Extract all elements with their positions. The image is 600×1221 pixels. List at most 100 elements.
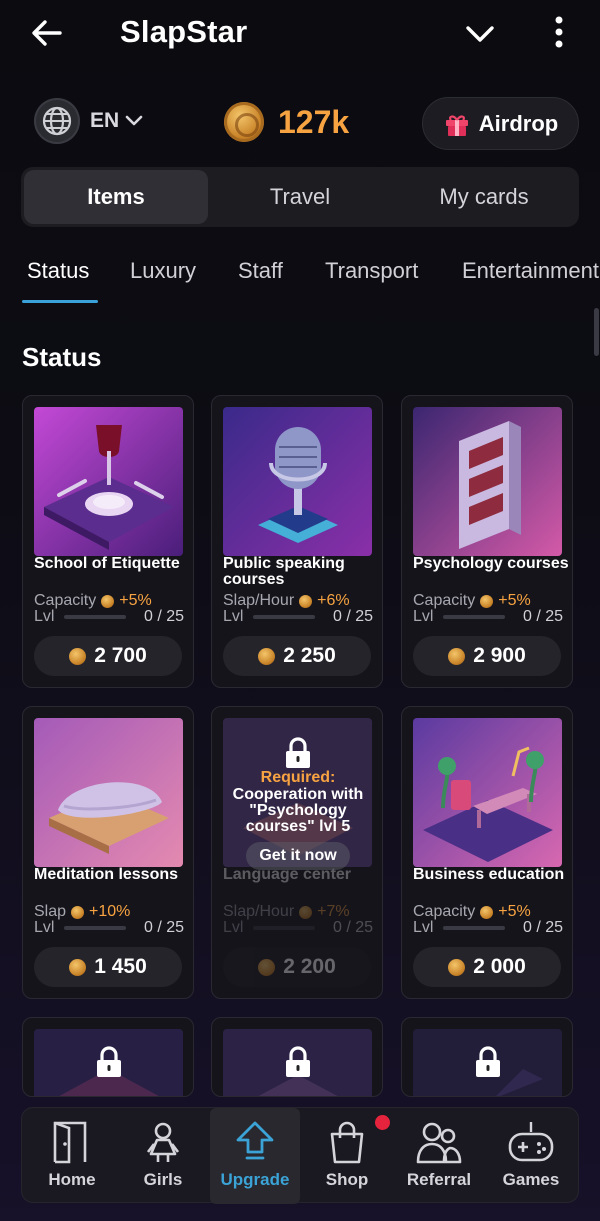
nav-girls[interactable]: Girls bbox=[118, 1108, 208, 1204]
card-level: Lvl 0 / 25 bbox=[413, 919, 563, 937]
level-progress-bar bbox=[443, 926, 506, 930]
card-title: Meditation lessons bbox=[34, 866, 179, 883]
required-label: Required: bbox=[260, 769, 336, 786]
card-image bbox=[34, 407, 183, 556]
buy-button[interactable]: 2 700 bbox=[34, 636, 182, 676]
upgrade-card[interactable]: School of Etiquette Capacity +5% Lvl 0 /… bbox=[22, 395, 194, 688]
coin-icon bbox=[71, 905, 85, 919]
level-label: Lvl bbox=[223, 608, 244, 625]
category-tab-status[interactable]: Status bbox=[27, 258, 89, 284]
upgrade-card[interactable]: Public speaking courses Slap/Hour +6% Lv… bbox=[211, 395, 383, 688]
nav-label: Games bbox=[502, 1170, 560, 1189]
door-icon bbox=[53, 1121, 87, 1164]
tab-my-cards[interactable]: My cards bbox=[392, 170, 576, 224]
coin-icon bbox=[101, 594, 115, 608]
tab-items[interactable]: Items bbox=[24, 170, 208, 224]
buy-button[interactable]: 2 900 bbox=[413, 636, 561, 676]
level-progress-bar bbox=[64, 926, 127, 930]
coin-icon bbox=[224, 102, 264, 142]
active-tab-indicator bbox=[22, 300, 98, 303]
scrollbar[interactable] bbox=[594, 308, 599, 356]
card-image bbox=[34, 718, 183, 867]
chevron-down-icon[interactable] bbox=[464, 20, 496, 48]
airdrop-button[interactable]: Airdrop bbox=[422, 97, 579, 150]
upgrade-card-locked[interactable]: Language center Slap/Hour +7% Lvl 0 / 25… bbox=[211, 706, 383, 999]
tab-travel[interactable]: Travel bbox=[208, 170, 392, 224]
card-image bbox=[413, 407, 562, 556]
nav-label: Referral bbox=[406, 1170, 472, 1189]
main-tabs: Items Travel My cards bbox=[21, 167, 579, 227]
nav-label: Shop bbox=[325, 1170, 369, 1189]
more-options-icon[interactable] bbox=[548, 14, 570, 50]
globe-icon bbox=[34, 98, 80, 144]
nav-referral[interactable]: Referral bbox=[392, 1108, 486, 1204]
card-level: Lvl 0 / 25 bbox=[34, 919, 184, 937]
buy-button[interactable]: 1 450 bbox=[34, 947, 182, 987]
lock-icon bbox=[476, 1046, 500, 1077]
price-value: 2 900 bbox=[473, 644, 526, 667]
level-label: Lvl bbox=[34, 919, 55, 936]
price-value: 1 450 bbox=[94, 955, 147, 978]
category-tab-staff[interactable]: Staff bbox=[238, 258, 283, 284]
chevron-down-icon bbox=[125, 115, 143, 126]
upgrade-card[interactable]: Meditation lessons Slap +10% Lvl 0 / 25 … bbox=[22, 706, 194, 999]
balance-value: 127k bbox=[278, 103, 350, 140]
card-level: Lvl 0 / 25 bbox=[223, 608, 373, 626]
category-tab-transport[interactable]: Transport bbox=[325, 258, 418, 284]
level-progress-text: 0 / 25 bbox=[143, 608, 184, 625]
price-value: 2 250 bbox=[283, 644, 336, 667]
language-code: EN bbox=[90, 109, 120, 132]
nav-label: Home bbox=[48, 1170, 96, 1189]
level-progress-text: 0 / 25 bbox=[522, 608, 563, 625]
upgrade-card-locked[interactable] bbox=[211, 1017, 383, 1097]
level-progress-text: 0 / 25 bbox=[332, 608, 373, 625]
nav-label: Upgrade bbox=[220, 1170, 290, 1189]
coin-icon bbox=[299, 594, 313, 608]
airdrop-label: Airdrop bbox=[478, 110, 559, 136]
price-value: 2 000 bbox=[473, 955, 526, 978]
people-icon bbox=[416, 1122, 462, 1164]
nav-games[interactable]: Games bbox=[486, 1108, 576, 1204]
nav-upgrade[interactable]: Upgrade bbox=[210, 1108, 300, 1204]
upgrade-card[interactable]: Business education Capacity +5% Lvl 0 / … bbox=[401, 706, 573, 999]
notification-badge bbox=[375, 1115, 390, 1130]
lock-icon bbox=[286, 1046, 310, 1077]
girl-icon bbox=[146, 1122, 180, 1162]
app-screen: SlapStar EN 127k Airdrop Items Travel My… bbox=[0, 0, 600, 1221]
card-title: Public speaking courses bbox=[223, 555, 345, 588]
card-level: Lvl 0 / 25 bbox=[34, 608, 184, 626]
card-title: Business education bbox=[413, 866, 565, 883]
level-progress-text: 0 / 25 bbox=[522, 919, 563, 936]
lock-icon bbox=[97, 1046, 121, 1077]
category-tab-luxury[interactable]: Luxury bbox=[130, 258, 196, 284]
nav-home[interactable]: Home bbox=[26, 1108, 118, 1204]
level-label: Lvl bbox=[413, 608, 434, 625]
required-text: Cooperation with "Psychology courses" lv… bbox=[232, 786, 364, 835]
category-tab-entertainment[interactable]: Entertainment bbox=[462, 258, 599, 284]
upgrade-card[interactable]: Psychology courses Capacity +5% Lvl 0 / … bbox=[401, 395, 573, 688]
coin-icon bbox=[69, 647, 87, 665]
buy-button[interactable]: 2 250 bbox=[223, 636, 371, 676]
gift-icon bbox=[445, 114, 468, 136]
upgrade-card-locked[interactable] bbox=[22, 1017, 194, 1097]
gamepad-icon bbox=[508, 1122, 554, 1162]
get-it-now-button[interactable]: Get it now bbox=[246, 842, 350, 870]
section-title: Status bbox=[22, 342, 102, 372]
card-title: School of Etiquette bbox=[34, 555, 180, 572]
lock-icon bbox=[286, 737, 310, 768]
coin-icon bbox=[480, 905, 494, 919]
coin-balance: 127k bbox=[224, 102, 349, 142]
level-progress-bar bbox=[253, 615, 316, 619]
level-label: Lvl bbox=[413, 919, 434, 936]
level-progress-bar bbox=[64, 615, 127, 619]
upgrade-arrow-icon bbox=[236, 1121, 274, 1160]
coin-icon bbox=[69, 958, 87, 976]
back-arrow-icon[interactable] bbox=[30, 16, 64, 50]
card-level: Lvl 0 / 25 bbox=[413, 608, 563, 626]
language-selector[interactable]: EN bbox=[34, 98, 143, 144]
buy-button[interactable]: 2 000 bbox=[413, 947, 561, 987]
upgrade-card-locked[interactable] bbox=[401, 1017, 573, 1097]
shopping-bag-icon bbox=[330, 1121, 364, 1164]
card-title: Psychology courses bbox=[413, 555, 569, 572]
coin-icon bbox=[448, 647, 466, 665]
